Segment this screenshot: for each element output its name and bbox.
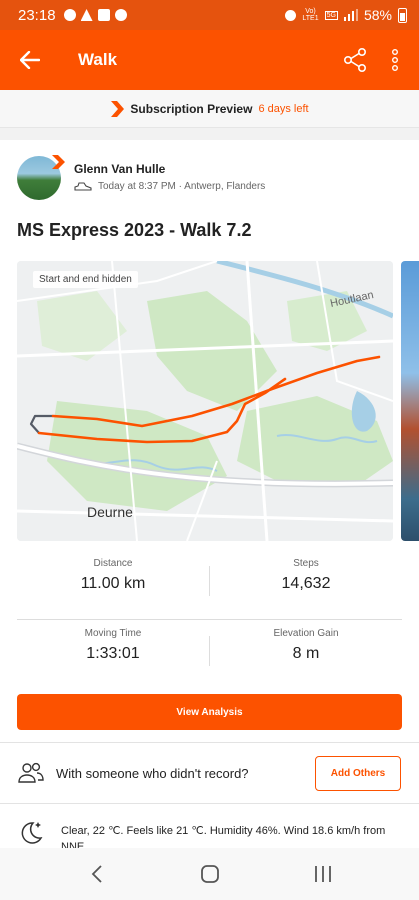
subscriber-badge-icon [52,155,65,169]
signal-icon [343,9,358,21]
stat-value: 1:33:01 [86,645,140,662]
divider [17,619,402,620]
stat-elevation-gain: Elevation Gain 8 m [210,628,402,663]
network-5g-badge: 5G [324,10,338,20]
stats-row-1: Distance 11.00 km Steps 14,632 [17,558,402,602]
app-bar: Walk [0,30,419,90]
activity-meta: Today at 8:37 PM · Antwerp, Flanders [74,181,265,192]
activity-title: MS Express 2023 - Walk 7.2 [17,220,252,240]
chevron-icon [111,100,125,117]
nav-home-icon [200,865,219,883]
subscription-banner[interactable]: Subscription Preview 6 days left [0,90,419,128]
map-place-label: Deurne [87,504,133,520]
nav-recent-icon [314,866,331,882]
weather-row: Clear, 22 ℃. Feels like 21 ℃. Humidity 4… [0,804,419,848]
stat-value: 14,632 [281,575,331,592]
notification-icons [63,9,127,21]
back-arrow-icon [20,51,40,69]
page-title: Walk [78,50,118,69]
status-bar: 23:18 Vo) LTE1 5G 58% [0,0,419,30]
days-left: 6 days left [258,102,309,115]
battery-percent: 58% [363,7,392,23]
back-button[interactable] [0,30,60,90]
privacy-chip: Start and end hidden [33,271,138,288]
alarm-icon [285,9,297,21]
stat-value: 8 m [292,645,320,662]
lte-label: LTE1 [302,15,319,22]
stat-label: Steps [293,558,319,569]
facebook-icon [63,9,76,21]
stat-steps: Steps 14,632 [210,558,402,593]
share-button[interactable] [335,30,375,90]
photo-preview[interactable] [401,261,419,541]
stat-label: Elevation Gain [273,628,339,639]
battery-icon [398,7,407,23]
moon-icon [21,822,43,844]
more-vert-icon [392,49,398,71]
people-icon [18,762,44,783]
shoe-icon [74,181,92,191]
activity-datetime-location: Today at 8:37 PM · Antwerp, Flanders [98,181,266,192]
volte-indicator: Vo) LTE1 [302,8,318,22]
stat-label: Moving Time [84,628,142,639]
system-navigation-bar [0,848,419,900]
view-analysis-button[interactable]: View Analysis [17,694,402,730]
volte-label: Vo) [305,8,316,15]
share-icon [343,47,366,72]
app-notification-icon [114,9,127,21]
route-map[interactable]: Deurne Houtlaan Start and end hidden [17,261,393,541]
nav-back-button[interactable] [77,854,117,894]
section-gap [0,128,419,140]
athlete-header: Glenn Van Hulle Today at 8:37 PM · Antwe… [17,155,407,206]
nav-recent-button[interactable] [303,854,343,894]
more-options-button[interactable] [375,30,415,90]
stat-value: 11.00 km [80,575,146,592]
map-canvas: Deurne Houtlaan [17,261,393,541]
weather-text: Clear, 22 ℃. Feels like 21 ℃. Humidity 4… [61,825,386,848]
athlete-name[interactable]: Glenn Van Hulle [74,162,165,176]
status-time: 23:18 [18,6,56,24]
nav-home-button[interactable] [190,854,230,894]
system-indicators: Vo) LTE1 5G 58% [285,7,407,23]
with-someone-label: With someone who didn't record? [56,765,249,781]
nav-back-icon [91,865,102,883]
with-someone-row: With someone who didn't record? Add Othe… [0,743,419,803]
add-others-button[interactable]: Add Others [315,756,401,791]
gallery-icon [97,9,110,21]
stat-moving-time: Moving Time 1:33:01 [17,628,209,663]
stat-distance: Distance 11.00 km [17,558,209,593]
subscription-label: Subscription Preview [130,101,253,116]
stats-row-2: Moving Time 1:33:01 Elevation Gain 8 m [17,628,402,672]
stat-label: Distance [93,558,133,569]
strava-notification-icon [80,9,93,21]
